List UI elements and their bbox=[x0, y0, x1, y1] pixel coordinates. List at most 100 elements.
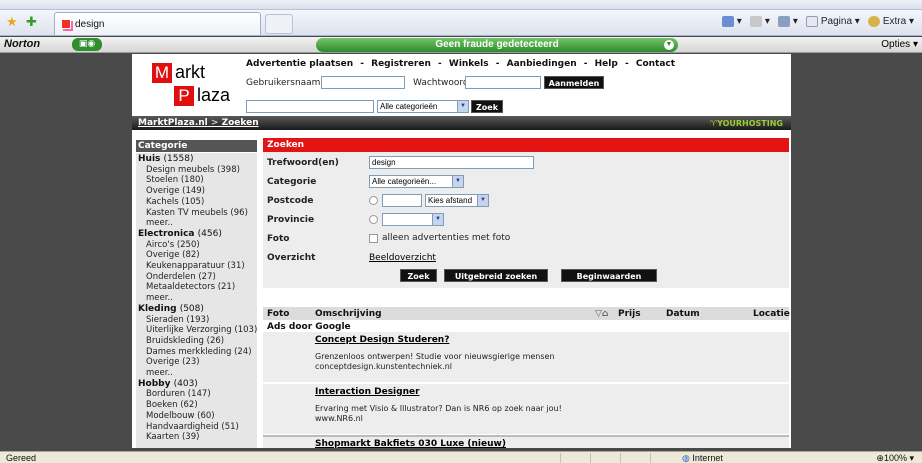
logo-m: M bbox=[152, 63, 172, 83]
category-count: (508) bbox=[179, 303, 204, 314]
norton-options-menu[interactable]: Opties ▾ bbox=[881, 39, 918, 50]
home-button[interactable]: ▾ bbox=[721, 16, 742, 27]
password-input[interactable] bbox=[465, 76, 541, 89]
subcategory-item[interactable]: Kaarten (39) bbox=[138, 432, 255, 443]
province-radio[interactable] bbox=[369, 215, 378, 224]
subcategory-item[interactable]: Kachels (105) bbox=[138, 197, 255, 208]
nav-contact[interactable]: Contact bbox=[636, 59, 675, 69]
more-link[interactable]: meer.. bbox=[138, 368, 255, 379]
ad-description: Grenzenloos ontwerpen! Studie voor nieuw… bbox=[315, 352, 755, 372]
zoom-level[interactable]: ⊕100% ▾ bbox=[876, 453, 914, 463]
ads-label: Ads door Google bbox=[267, 322, 351, 332]
reset-button[interactable]: Beginwaarden bbox=[561, 269, 657, 282]
subcategory-item[interactable]: Modelbouw (60) bbox=[138, 411, 255, 422]
new-tab-button[interactable] bbox=[265, 14, 293, 34]
quick-search-button[interactable]: Zoek bbox=[471, 100, 503, 113]
security-zone[interactable]: ◍ Internet bbox=[682, 453, 723, 463]
subcategory-item[interactable]: Overige (23) bbox=[138, 357, 255, 368]
category-select[interactable]: Alle categorieën... ▼ bbox=[369, 175, 464, 188]
chevron-down-icon: ▼ bbox=[477, 195, 488, 206]
ad-url[interactable]: conceptdesign.kunstentechniek.nl bbox=[315, 362, 755, 372]
gear-icon bbox=[867, 16, 880, 27]
yourhosting-logo[interactable]: ♈YOURHOSTING bbox=[710, 119, 783, 128]
ad-title[interactable]: Concept Design Studeren? bbox=[315, 335, 449, 345]
subcategory-item[interactable]: Kasten TV meubels (96) bbox=[138, 208, 255, 219]
login-button[interactable]: Aanmelden bbox=[544, 76, 604, 89]
category-count: (1558) bbox=[163, 154, 194, 164]
print-button[interactable]: ▾ bbox=[777, 16, 798, 27]
subcategory-item[interactable]: Handvaardigheid (51) bbox=[138, 422, 255, 433]
ad-item: Interaction Designer Ervaring met Visio … bbox=[263, 384, 789, 434]
postcode-input[interactable] bbox=[382, 194, 422, 207]
tab-bar: ★ ✚ design ▾ ▾ ▾ Pagina ▾ Extra ▾ bbox=[0, 10, 922, 36]
category-group[interactable]: Electronica (456) bbox=[138, 229, 255, 240]
norton-safeweb-button[interactable]: ▣◉ bbox=[72, 38, 102, 51]
breadcrumb-current[interactable]: Zoeken bbox=[222, 118, 259, 128]
status-divider bbox=[620, 453, 621, 463]
username-label: Gebruikersnaam: bbox=[246, 78, 324, 88]
favorites-star-icon[interactable]: ★ bbox=[6, 15, 18, 30]
keywords-input[interactable]: design bbox=[369, 156, 534, 169]
feeds-button[interactable]: ▾ bbox=[749, 16, 770, 27]
subcategory-item[interactable]: Dames merkkleding (24) bbox=[138, 347, 255, 358]
extra-menu[interactable]: Extra ▾ bbox=[867, 16, 914, 28]
chevron-down-icon[interactable]: ▼ bbox=[664, 40, 674, 50]
col-prijs[interactable]: Prijs bbox=[618, 309, 641, 319]
listing-title[interactable]: Shopmarkt Bakfiets 030 Luxe (nieuw) bbox=[315, 439, 506, 448]
col-foto[interactable]: Foto bbox=[267, 309, 289, 319]
postcode-radio[interactable] bbox=[369, 196, 378, 205]
subcategory-item[interactable]: Bruidskleding (26) bbox=[138, 336, 255, 347]
province-select[interactable]: ▼ bbox=[382, 213, 444, 226]
nav-advertentie-plaatsen[interactable]: Advertentie plaatsen bbox=[246, 59, 353, 69]
category-group[interactable]: Kleding (508) bbox=[138, 304, 255, 315]
subcategory-item[interactable]: Sieraden (193) bbox=[138, 315, 255, 326]
more-link[interactable]: meer.. bbox=[138, 218, 255, 229]
nav-help[interactable]: Help bbox=[595, 59, 618, 69]
quick-search-input[interactable] bbox=[246, 100, 374, 113]
subcategory-item[interactable]: Uiterlijke Verzorging (103) bbox=[138, 325, 257, 336]
ad-text: Ervaring met Visio & Illustrator? Dan is… bbox=[315, 404, 562, 413]
fraud-status-bar[interactable]: Geen fraude gedetecteerd ▼ bbox=[316, 38, 678, 52]
site-logo[interactable]: M arkt P laza bbox=[148, 58, 230, 108]
subcategory-item[interactable]: Overige (149) bbox=[138, 186, 255, 197]
subcategory-item[interactable]: Airco's (250) bbox=[138, 240, 255, 251]
subcategory-item[interactable]: Onderdelen (27) bbox=[138, 272, 255, 283]
subcategory-item[interactable]: Stoelen (180) bbox=[138, 175, 255, 186]
more-link[interactable]: meer.. bbox=[138, 293, 255, 304]
distance-select[interactable]: Kies afstand ▼ bbox=[425, 194, 489, 207]
username-input[interactable] bbox=[321, 76, 405, 89]
category-group[interactable]: Hobby (403) bbox=[138, 379, 255, 390]
status-divider bbox=[560, 453, 561, 463]
col-locatie[interactable]: Locatie bbox=[753, 309, 790, 319]
browser-tab-active[interactable]: design bbox=[54, 12, 261, 35]
nav-winkels[interactable]: Winkels bbox=[449, 59, 489, 69]
subcategory-item[interactable]: Design meubels (398) bbox=[138, 165, 255, 176]
add-favorites-icon[interactable]: ✚ bbox=[26, 15, 37, 30]
home-icon bbox=[721, 16, 734, 27]
search-button[interactable]: Zoek bbox=[400, 269, 437, 282]
col-datum[interactable]: Datum bbox=[666, 309, 700, 319]
subcategory-item[interactable]: Metaaldetectors (21) bbox=[138, 282, 255, 293]
category-name: Hobby bbox=[138, 378, 171, 389]
subcategory-item[interactable]: Boeken (62) bbox=[138, 400, 255, 411]
col-omschrijving[interactable]: Omschrijving bbox=[315, 309, 382, 319]
search-panel-title: Zoeken bbox=[263, 138, 789, 152]
province-label: Provincie bbox=[267, 215, 315, 225]
ad-url[interactable]: www.NR6.nl bbox=[315, 414, 755, 424]
quick-category-select[interactable]: Alle categorieën ▼ bbox=[377, 100, 469, 113]
photo-only-checkbox[interactable] bbox=[369, 234, 378, 243]
category-group[interactable]: Huis (1558) bbox=[138, 154, 255, 165]
page-menu[interactable]: Pagina ▾ bbox=[805, 16, 860, 27]
advanced-search-button[interactable]: Uitgebreid zoeken bbox=[444, 269, 548, 282]
image-overview-link[interactable]: Beeldoverzicht bbox=[369, 253, 436, 263]
nav-aanbiedingen[interactable]: Aanbiedingen bbox=[507, 59, 577, 69]
breadcrumb-home[interactable]: MarktPlaza.nl bbox=[138, 118, 208, 128]
subcategory-item[interactable]: Borduren (147) bbox=[138, 389, 255, 400]
sort-icon[interactable]: ▽⌂ bbox=[595, 309, 608, 319]
subcategory-item[interactable]: Overige (82) bbox=[138, 250, 255, 261]
ad-title[interactable]: Interaction Designer bbox=[315, 387, 420, 397]
nav-registreren[interactable]: Registreren bbox=[371, 59, 431, 69]
subcategory-item[interactable]: Keukenapparatuur (31) bbox=[138, 261, 255, 272]
extra-menu-label: Extra bbox=[882, 16, 907, 28]
category-count: (403) bbox=[173, 378, 198, 389]
